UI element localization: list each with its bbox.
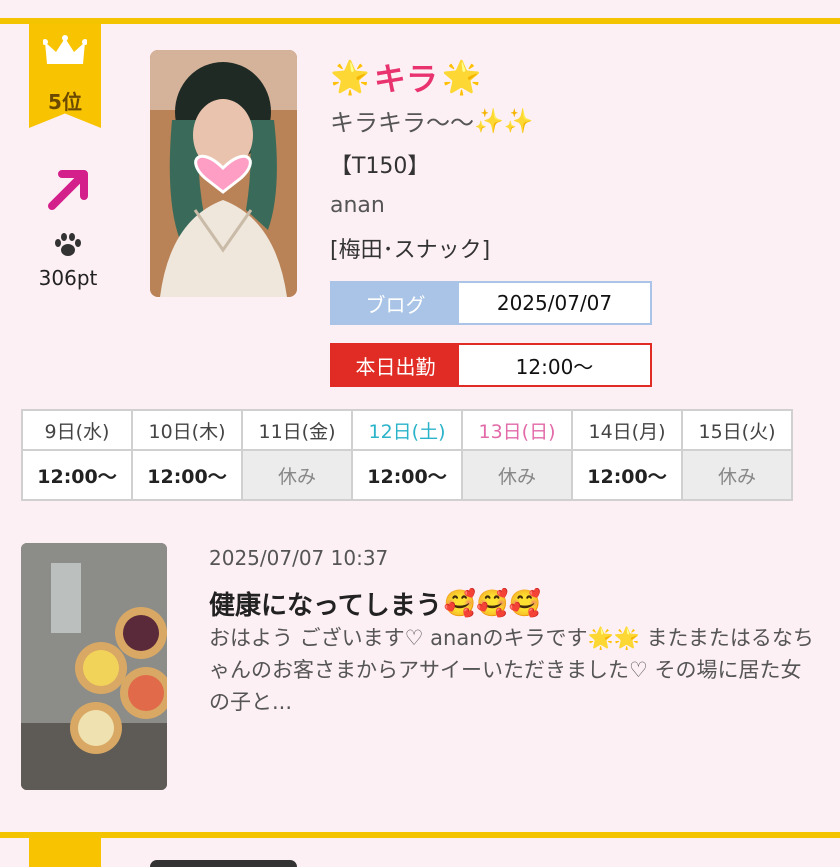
- rank-label: 5位: [48, 90, 82, 114]
- schedule-time: 12:00〜: [131, 449, 243, 501]
- cast-height: 【T150】: [330, 154, 430, 179]
- blog-date: 2025/07/07: [459, 283, 650, 323]
- shop-area: [梅田･スナック]: [330, 238, 491, 263]
- schedule-time: 12:00〜: [351, 449, 463, 501]
- schedule-day: 9日(水): [21, 409, 133, 451]
- today-work-time: 12:00〜: [459, 345, 650, 385]
- shop-name[interactable]: anan: [330, 193, 385, 218]
- blog-label: ブログ: [332, 283, 459, 323]
- cast-photo[interactable]: [150, 50, 297, 297]
- schedule-day: 10日(木): [131, 409, 243, 451]
- schedule-day-sunday: 13日(日): [461, 409, 573, 451]
- blog-post-thumbnail[interactable]: [21, 543, 167, 790]
- catchphrase-text: キラキラ〜〜: [330, 109, 474, 137]
- paw-icon: [55, 233, 81, 256]
- weekly-schedule: 9日(水) 10日(木) 11日(金) 12日(土) 13日(日) 14日(月)…: [21, 409, 793, 501]
- schedule-day: 14日(月): [571, 409, 683, 451]
- top-divider: [0, 18, 840, 24]
- smiling-face-with-hearts-icon: 🥰🥰🥰: [443, 588, 541, 619]
- catchphrase: キラキラ〜〜 ✨✨: [330, 103, 534, 138]
- star-icon: 🌟: [441, 58, 482, 96]
- blog-post-title-text: 健康になってしまう: [209, 591, 442, 621]
- rank-ribbon: 5位: [29, 24, 101, 128]
- blog-info[interactable]: ブログ 2025/07/07: [330, 281, 652, 325]
- cast-name-text: キラ: [373, 60, 438, 98]
- schedule-time: 12:00〜: [571, 449, 683, 501]
- schedule-time-off: 休み: [241, 449, 353, 501]
- next-cast-photo[interactable]: [150, 860, 297, 867]
- star-icon: 🌟: [330, 58, 370, 96]
- crown-icon: [43, 35, 87, 64]
- today-work-info: 本日出勤 12:00〜: [330, 343, 652, 387]
- next-card-divider: [0, 832, 840, 838]
- blog-post-image: [21, 543, 167, 790]
- trend-up-arrow-icon: [48, 170, 88, 210]
- schedule-day: 11日(金): [241, 409, 353, 451]
- blog-post-datetime: 2025/07/07 10:37: [209, 546, 389, 570]
- schedule-day-saturday: 12日(土): [351, 409, 463, 451]
- today-work-label: 本日出勤: [332, 345, 459, 385]
- schedule-day: 15日(火): [681, 409, 793, 451]
- cast-name[interactable]: 🌟 キラ 🌟: [330, 54, 482, 100]
- schedule-time-off: 休み: [461, 449, 573, 501]
- ranking-points: 306pt: [38, 266, 98, 290]
- cast-photo-image: [150, 50, 297, 297]
- next-rank-ribbon: [29, 838, 101, 867]
- blog-post-excerpt: おはよう ございます♡ ananのキラです🌟🌟 またまたはるなちゃんのお客さまか…: [209, 626, 814, 714]
- blog-post-title[interactable]: 健康になってしまう 🥰🥰🥰: [209, 585, 541, 622]
- schedule-time-off: 休み: [681, 449, 793, 501]
- schedule-time: 12:00〜: [21, 449, 133, 501]
- sparkles-icon: ✨✨: [474, 106, 534, 135]
